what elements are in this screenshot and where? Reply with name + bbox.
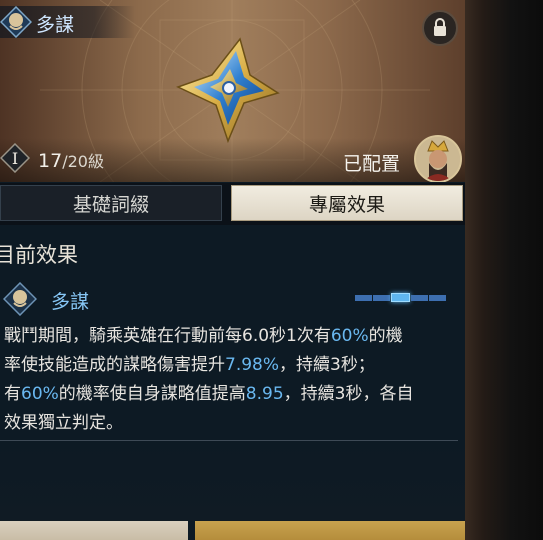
level-max: /20級 bbox=[62, 152, 104, 171]
lower-area bbox=[0, 441, 465, 521]
pager-dot[interactable] bbox=[355, 295, 372, 301]
lock-button[interactable] bbox=[422, 10, 458, 46]
detail-panel: 多謀 I 17/20級 已配置 基礎詞綴 專屬效果 目前效果 多謀 戰鬥期間，騎… bbox=[0, 0, 465, 540]
description-text: 的機 bbox=[368, 326, 403, 346]
section-title: 目前效果 bbox=[0, 243, 78, 267]
description-line: 有60%的機率使自身謀略值提高8.95，持續3秒，各自 bbox=[4, 380, 456, 409]
description-line: 率使技能造成的謀略傷害提升7.98%，持續3秒； bbox=[4, 351, 456, 380]
description-text: ，持續3秒，各自 bbox=[283, 384, 414, 404]
background-edge bbox=[463, 0, 543, 540]
equipment-name: 多謀 bbox=[36, 14, 75, 36]
description-text: 效果獨立判定。 bbox=[4, 413, 123, 433]
highlight-value: 60% bbox=[21, 384, 59, 404]
pager-dot[interactable] bbox=[391, 293, 410, 302]
equipment-banner: 多謀 I 17/20級 已配置 bbox=[0, 0, 465, 182]
tab-bar: 基礎詞綴 專屬效果 bbox=[0, 183, 465, 225]
hero-avatar[interactable] bbox=[414, 135, 462, 182]
description-text: 的機率使自身謀略值提高 bbox=[58, 384, 246, 404]
description-text: 率使技能造成的謀略傷害提升 bbox=[4, 355, 225, 375]
pager-dot[interactable] bbox=[373, 295, 390, 301]
equipment-detail-screen: 多謀 I 17/20級 已配置 基礎詞綴 專屬效果 目前效果 多謀 戰鬥期間，騎… bbox=[0, 0, 543, 540]
description-text: 有 bbox=[4, 384, 21, 404]
description-text: 戰鬥期間，騎乘英雄在行動前每6.0秒1次有 bbox=[4, 326, 331, 346]
action-card-left[interactable] bbox=[0, 521, 188, 540]
description-line: 戰鬥期間，騎乘英雄在行動前每6.0秒1次有60%的機 bbox=[4, 322, 456, 351]
brain-mask-icon bbox=[3, 282, 37, 316]
level-badge: I bbox=[0, 143, 30, 173]
tab-exclusive-effect-label: 專屬效果 bbox=[308, 193, 385, 216]
pager-dot[interactable] bbox=[429, 295, 446, 301]
description-text: ，持續3秒； bbox=[279, 355, 375, 375]
effect-description: 戰鬥期間，騎乘英雄在行動前每6.0秒1次有60%的機 率使技能造成的謀略傷害提升7… bbox=[4, 322, 456, 438]
lock-icon bbox=[434, 18, 446, 36]
tab-exclusive-effect[interactable]: 專屬效果 bbox=[231, 185, 463, 221]
hero-portrait bbox=[416, 137, 460, 181]
highlight-value: 8.95 bbox=[245, 384, 284, 404]
action-card-right[interactable] bbox=[195, 521, 465, 540]
effect-name: 多謀 bbox=[51, 291, 90, 313]
level-current: 17 bbox=[38, 150, 63, 172]
pager-dot[interactable] bbox=[411, 295, 428, 301]
assigned-label: 已配置 bbox=[343, 153, 401, 175]
highlight-value: 7.98% bbox=[225, 355, 280, 375]
brain-mask-icon bbox=[0, 6, 32, 38]
description-line: 效果獨立判定。 bbox=[4, 409, 456, 438]
highlight-value: 60% bbox=[330, 326, 369, 346]
tab-base-affixes-label: 基礎詞綴 bbox=[72, 193, 149, 216]
tab-base-affixes[interactable]: 基礎詞綴 bbox=[0, 185, 222, 221]
level-display: 17/20級 bbox=[38, 148, 104, 172]
svg-text:I: I bbox=[12, 149, 18, 168]
star-gem-icon bbox=[176, 37, 280, 144]
effect-level-pager bbox=[355, 293, 447, 303]
